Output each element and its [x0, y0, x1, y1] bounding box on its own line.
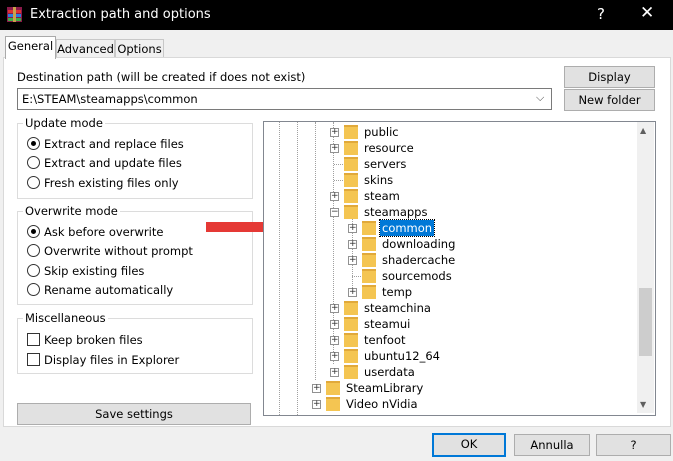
folder-icon [362, 285, 376, 299]
tree-scrollbar[interactable]: ▲ ▼ [637, 122, 654, 413]
radio-button-icon[interactable] [27, 156, 40, 169]
radio-ask-overwrite[interactable]: Ask before overwrite [27, 225, 163, 239]
checkbox-icon[interactable] [27, 333, 40, 346]
scroll-up-icon[interactable]: ▲ [640, 126, 646, 135]
tree-item-label: ubuntu12_64 [364, 349, 440, 363]
help-button[interactable]: ? [596, 434, 671, 456]
radio-button-icon[interactable] [27, 283, 40, 296]
radio-extract-replace[interactable]: Extract and replace files [27, 137, 184, 151]
scroll-thumb[interactable] [639, 288, 652, 356]
destination-path-value: E:\STEAM\steamapps\common [22, 92, 198, 106]
scroll-down-icon[interactable]: ▼ [640, 400, 646, 409]
folder-icon [362, 237, 376, 251]
help-title-button[interactable]: ? [597, 5, 605, 23]
folder-icon [344, 189, 358, 203]
tree-item-label: shadercache [382, 253, 456, 267]
tree-item-label: steamui [364, 317, 411, 331]
tree-item-label: steamchina [364, 301, 431, 315]
folder-icon [344, 141, 358, 155]
tree-item-label: skins [364, 173, 394, 187]
tab-options[interactable]: Options [115, 39, 164, 58]
tree-item-label: steam [364, 189, 400, 203]
checkbox-display-explorer[interactable]: Display files in Explorer [27, 353, 179, 367]
expand-icon[interactable]: + [312, 400, 321, 409]
tree-item-label: Video nVidia [346, 397, 418, 411]
folder-icon [344, 173, 358, 187]
expand-icon[interactable]: + [348, 240, 357, 249]
tree-item-label: sourcemods [382, 269, 452, 283]
ok-button[interactable]: OK [432, 433, 506, 457]
folder-icon [344, 317, 358, 331]
folder-icon [344, 333, 358, 347]
tree-item-label: downloading [382, 237, 456, 251]
tree-item-label: tenfoot [364, 333, 406, 347]
radio-fresh-existing[interactable]: Fresh existing files only [27, 176, 179, 190]
radio-skip-existing[interactable]: Skip existing files [27, 264, 144, 278]
radio-button-icon[interactable] [27, 264, 40, 277]
tree-item-label: public [364, 125, 399, 139]
radio-extract-update[interactable]: Extract and update files [27, 156, 182, 170]
update-mode-title: Update mode [23, 116, 105, 130]
folder-icon [326, 397, 340, 411]
folder-icon [344, 365, 358, 379]
expand-icon[interactable]: + [330, 192, 339, 201]
folder-tree[interactable]: + public + resource servers skins + steam − steam… [263, 121, 656, 416]
folder-icon [344, 125, 358, 139]
tree-item-label: steamapps [364, 205, 428, 219]
destination-label: Destination path (will be created if doe… [17, 70, 306, 84]
expand-icon[interactable]: + [330, 128, 339, 137]
expand-icon[interactable]: + [330, 336, 339, 345]
folder-icon [362, 253, 376, 267]
radio-button-icon[interactable] [27, 225, 40, 238]
folder-icon [344, 205, 358, 219]
tree-item-label: userdata [364, 365, 415, 379]
expand-icon[interactable]: + [330, 144, 339, 153]
expand-icon[interactable]: + [312, 384, 321, 393]
new-folder-button[interactable]: New folder [564, 89, 655, 111]
collapse-icon[interactable]: − [330, 208, 339, 217]
expand-icon[interactable]: + [330, 320, 339, 329]
winrar-icon [7, 7, 22, 22]
radio-button-icon[interactable] [27, 176, 40, 189]
tree-item-label: resource [364, 141, 414, 155]
tree-item-label: temp [382, 285, 413, 299]
misc-title: Miscellaneous [23, 311, 108, 325]
window-title: Extraction path and options [30, 7, 211, 22]
tree-item-label: SteamLibrary [346, 381, 424, 395]
radio-button-icon[interactable] [27, 244, 40, 257]
checkbox-keep-broken[interactable]: Keep broken files [27, 333, 143, 347]
expand-icon[interactable]: + [330, 304, 339, 313]
folder-icon [344, 157, 358, 171]
folder-icon [362, 221, 376, 235]
folder-icon [326, 381, 340, 395]
close-icon[interactable]: ✕ [640, 3, 654, 23]
folder-icon [344, 301, 358, 315]
expand-icon[interactable]: + [348, 288, 357, 297]
tab-advanced[interactable]: Advanced [56, 39, 115, 58]
expand-icon[interactable]: + [330, 352, 339, 361]
overwrite-mode-title: Overwrite mode [23, 204, 120, 218]
tab-general[interactable]: General [5, 36, 56, 59]
checkbox-icon[interactable] [27, 353, 40, 366]
tree-item-label: common [378, 219, 436, 237]
tree-item-label: servers [364, 157, 407, 171]
folder-icon [344, 349, 358, 363]
expand-icon[interactable]: + [330, 368, 339, 377]
expand-icon[interactable]: + [348, 256, 357, 265]
chevron-down-icon[interactable]: ⌵ [536, 91, 544, 105]
destination-path-combo[interactable]: E:\STEAM\steamapps\common ⌵ [17, 88, 552, 110]
folder-icon [362, 269, 376, 283]
radio-rename-auto[interactable]: Rename automatically [27, 283, 173, 297]
display-button[interactable]: Display [564, 66, 655, 88]
save-settings-button[interactable]: Save settings [17, 403, 251, 425]
radio-overwrite-noprompt[interactable]: Overwrite without prompt [27, 244, 193, 258]
radio-button-icon[interactable] [27, 137, 40, 150]
cancel-button[interactable]: Annulla [514, 434, 590, 456]
title-bar: Extraction path and options ? ✕ [0, 0, 673, 30]
expand-icon[interactable]: + [348, 224, 357, 233]
